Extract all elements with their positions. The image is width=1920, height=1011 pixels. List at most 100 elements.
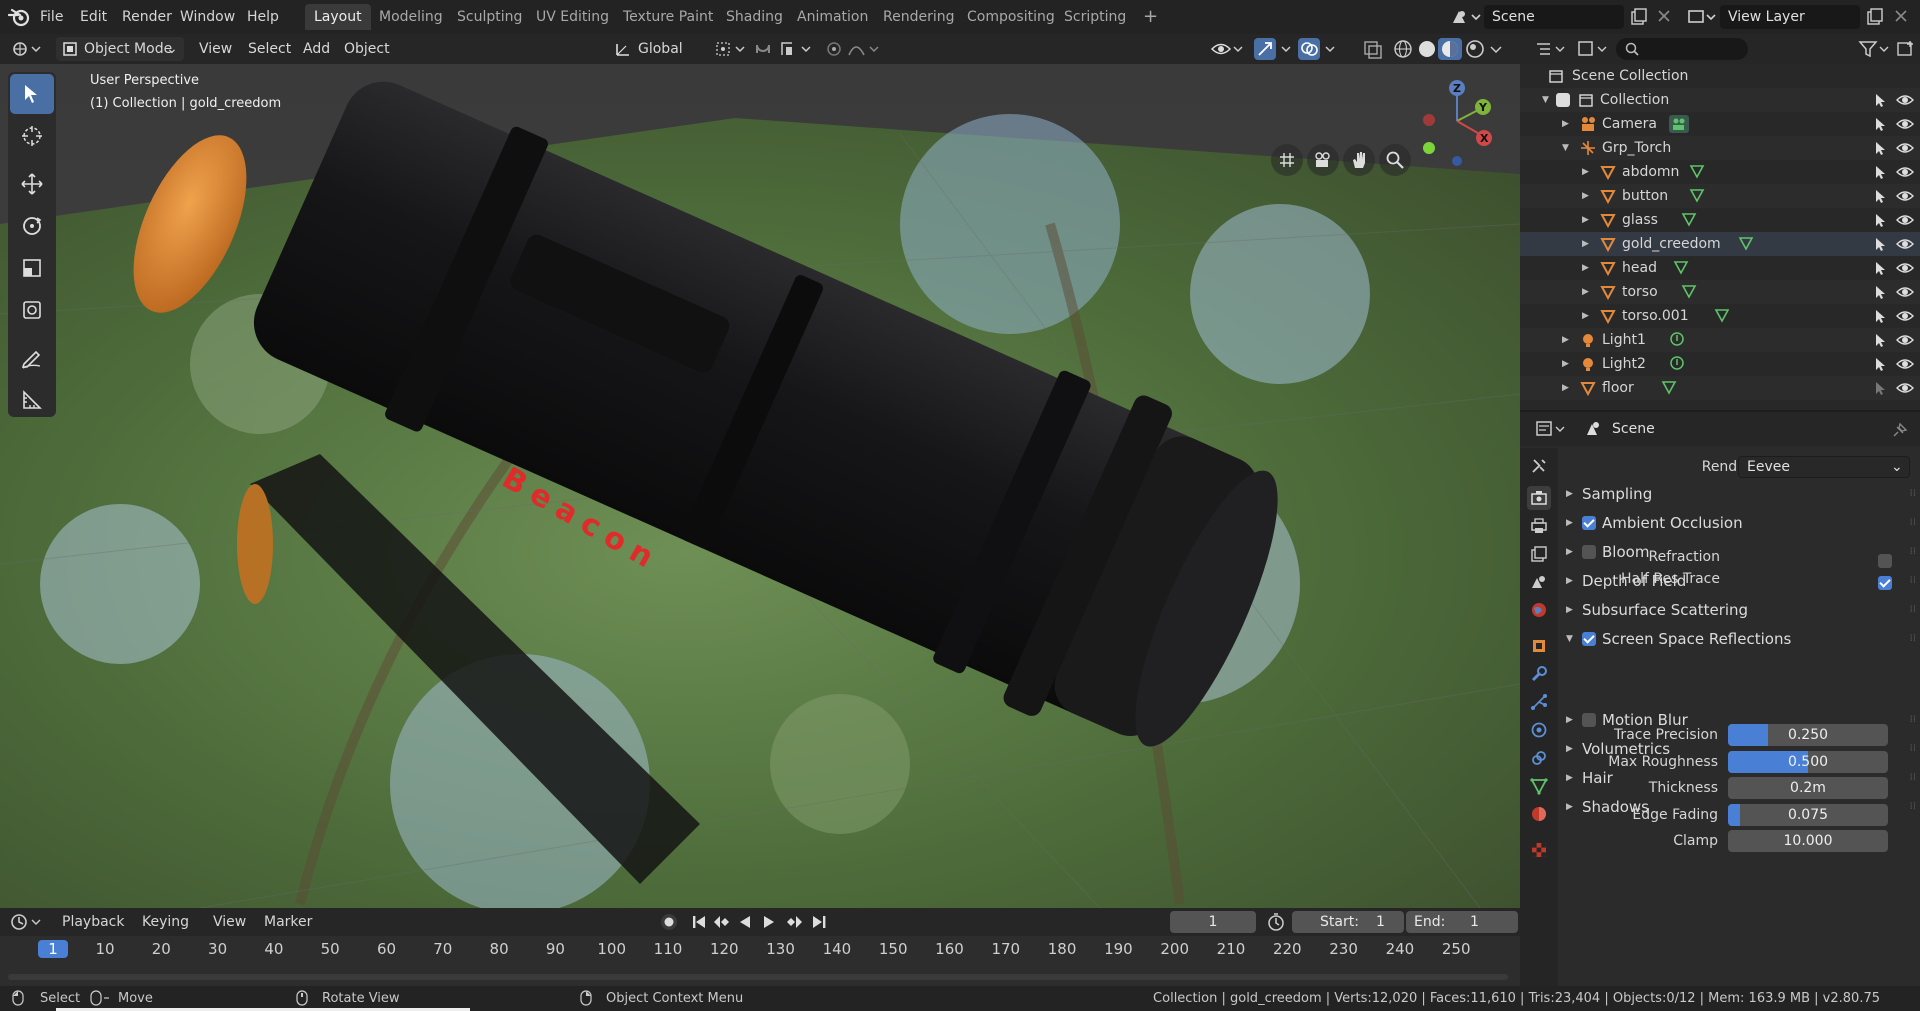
- props-panel-screen-space-reflections[interactable]: ▼ Screen Space Reflections ⁞⁞: [1566, 625, 1916, 653]
- end-frame-field[interactable]: End: 1: [1406, 911, 1518, 933]
- shading-options-icon[interactable]: [1488, 37, 1504, 61]
- mesh-data-icon[interactable]: [1689, 187, 1705, 203]
- collapse-arrow-icon[interactable]: ▼: [1542, 88, 1549, 112]
- wireframe-shading-icon[interactable]: [1392, 37, 1414, 61]
- view-layer-field[interactable]: View Layer: [1720, 5, 1860, 29]
- play-reverse-button[interactable]: [736, 913, 754, 931]
- timeline-menu-keying[interactable]: Keying: [142, 908, 189, 936]
- new-collection-icon[interactable]: [1896, 39, 1916, 59]
- tab-modeling[interactable]: Modeling: [370, 4, 452, 30]
- delete-view-layer-icon[interactable]: [1893, 8, 1909, 24]
- tab-rendering[interactable]: Rendering: [874, 4, 964, 30]
- rotate-tool[interactable]: [10, 206, 54, 246]
- mesh-data-icon[interactable]: [1673, 259, 1689, 275]
- pan-view-button[interactable]: [1343, 144, 1375, 176]
- properties-editor-type-icon[interactable]: [1534, 419, 1568, 439]
- mesh-data-icon[interactable]: [1681, 283, 1697, 299]
- timeline-editor-type-icon[interactable]: [10, 912, 44, 932]
- menu-edit[interactable]: Edit: [80, 0, 107, 34]
- scale-tool[interactable]: [10, 248, 54, 288]
- menu-window[interactable]: Window: [180, 0, 235, 34]
- timeline-menu-playback[interactable]: Playback: [62, 908, 124, 936]
- selectable-toggle-icon[interactable]: [1872, 212, 1888, 228]
- panel-drag-handle-icon[interactable]: ⁞⁞: [1910, 706, 1916, 734]
- timeline-menu-view[interactable]: View: [213, 908, 246, 936]
- timeline-scrollbar[interactable]: [8, 974, 1508, 980]
- overlays-toggle-icon[interactable]: [1298, 37, 1338, 61]
- 3d-viewport[interactable]: Beacon User Perspective (1) Collection |…: [0, 64, 1520, 908]
- outliner-row-torso[interactable]: ▶ torso: [1520, 280, 1920, 304]
- expand-arrow-icon[interactable]: ▶: [1582, 232, 1589, 256]
- tab-scripting[interactable]: Scripting: [1055, 4, 1135, 30]
- proportional-editing-icon[interactable]: [824, 37, 844, 61]
- header-menu-view[interactable]: View: [199, 37, 232, 61]
- collapse-arrow-icon[interactable]: ▼: [1562, 136, 1569, 160]
- mesh-data-icon[interactable]: [1681, 211, 1697, 227]
- outliner-row-button[interactable]: ▶ button: [1520, 184, 1920, 208]
- panel-drag-handle-icon[interactable]: ⁞⁞: [1910, 480, 1916, 508]
- visibility-eye-icon[interactable]: [1896, 165, 1914, 179]
- menu-render[interactable]: Render: [122, 0, 172, 34]
- visibility-eye-icon[interactable]: [1896, 285, 1914, 299]
- visibility-eye-icon[interactable]: [1896, 381, 1914, 395]
- expand-arrow-icon[interactable]: ▶: [1582, 280, 1589, 304]
- selectable-toggle-icon[interactable]: [1872, 188, 1888, 204]
- expand-arrow-icon[interactable]: ▶: [1582, 184, 1589, 208]
- blender-logo-icon[interactable]: [8, 7, 30, 27]
- display-mode-icon[interactable]: [1576, 39, 1610, 59]
- toggle-grid-view-button[interactable]: [1271, 144, 1303, 176]
- outliner-row-gold-creedom[interactable]: ▶ gold_creedom: [1520, 232, 1920, 256]
- new-view-layer-icon[interactable]: [1866, 8, 1884, 26]
- zoom-view-button[interactable]: [1379, 144, 1411, 176]
- render-tab[interactable]: [1527, 486, 1551, 510]
- visibility-eye-icon[interactable]: [1896, 237, 1914, 251]
- new-scene-icon[interactable]: [1630, 8, 1648, 26]
- outliner-row-glass[interactable]: ▶ glass: [1520, 208, 1920, 232]
- edge-fading-slider[interactable]: 0.075: [1728, 803, 1888, 826]
- visibility-eye-icon[interactable]: [1896, 357, 1914, 371]
- cursor-tool[interactable]: [10, 116, 54, 156]
- selectable-toggle-icon[interactable]: [1872, 236, 1888, 252]
- menu-help[interactable]: Help: [247, 0, 279, 34]
- props-panel-depth-of-field[interactable]: ▶ Depth of Field ⁞⁞: [1566, 567, 1916, 595]
- modifiers-tab[interactable]: [1527, 662, 1551, 686]
- outliner-row-floor[interactable]: ▶ floor: [1520, 376, 1920, 400]
- selectable-toggle-icon[interactable]: [1872, 332, 1888, 348]
- panel-drag-handle-icon[interactable]: ⁞⁞: [1910, 567, 1916, 595]
- snap-icon[interactable]: [752, 37, 774, 61]
- selectable-toggle-icon[interactable]: [1872, 260, 1888, 276]
- visibility-eye-icon[interactable]: [1896, 261, 1914, 275]
- editor-type-icon[interactable]: [8, 37, 44, 61]
- view-layer-icon[interactable]: [1686, 7, 1718, 27]
- tab-animation[interactable]: Animation: [788, 4, 877, 30]
- max-roughness-slider[interactable]: 0.500: [1728, 750, 1888, 773]
- solid-shading-icon[interactable]: [1416, 37, 1438, 61]
- expand-arrow-icon[interactable]: ▶: [1582, 304, 1589, 328]
- output-tab[interactable]: [1527, 514, 1551, 538]
- start-frame-field[interactable]: Start: 1: [1292, 911, 1404, 933]
- scene-name-field[interactable]: Scene: [1484, 5, 1624, 29]
- transform-orientation-dropdown[interactable]: Global: [610, 37, 706, 61]
- mode-dropdown[interactable]: Object Mode ⌄: [56, 37, 184, 61]
- tab-layout[interactable]: Layout: [305, 4, 371, 30]
- props-panel-ambient-occlusion[interactable]: ▶ Ambient Occlusion ⁞⁞: [1566, 509, 1916, 537]
- visibility-eye-icon[interactable]: [1896, 309, 1914, 323]
- move-tool[interactable]: [10, 164, 54, 204]
- material-preview-icon[interactable]: [1438, 37, 1464, 61]
- panel-enable-checkbox[interactable]: [1582, 516, 1596, 530]
- camera-data-icon[interactable]: [1669, 115, 1690, 133]
- tab-texture-paint[interactable]: Texture Paint: [614, 4, 722, 30]
- tab-shading[interactable]: Shading: [717, 4, 792, 30]
- thickness-slider[interactable]: 0.2m: [1728, 777, 1888, 799]
- light-data-icon[interactable]: [1669, 355, 1685, 371]
- particles-tab[interactable]: [1527, 690, 1551, 714]
- light-data-icon[interactable]: [1669, 331, 1685, 347]
- mesh-data-icon[interactable]: [1689, 163, 1705, 179]
- pivot-point-icon[interactable]: [712, 37, 748, 61]
- outliner-row-camera[interactable]: ▶ Camera: [1520, 112, 1920, 136]
- previous-keyframe-button[interactable]: [712, 913, 732, 931]
- visibility-eye-icon[interactable]: [1896, 141, 1914, 155]
- outliner-editor-type-icon[interactable]: [1534, 39, 1568, 59]
- visibility-eye-icon[interactable]: [1896, 333, 1914, 347]
- panel-drag-handle-icon[interactable]: ⁞⁞: [1910, 509, 1916, 537]
